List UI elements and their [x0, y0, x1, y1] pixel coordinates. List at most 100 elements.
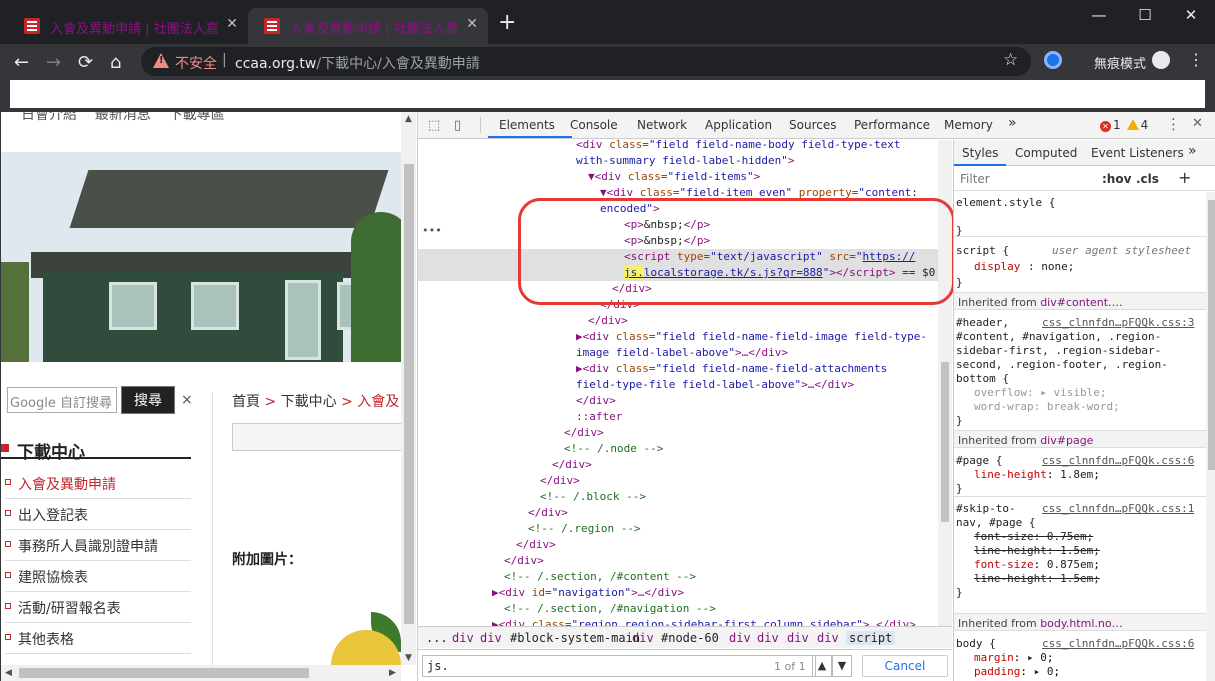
find-cancel-button[interactable]: Cancel — [862, 655, 948, 677]
css-property-overridden[interactable]: line-height: 1.5em; — [974, 544, 1100, 558]
tab-performance[interactable]: Performance — [854, 118, 930, 132]
new-rule-icon[interactable]: + — [1178, 168, 1191, 187]
breadcrumb-node[interactable]: div — [632, 631, 654, 645]
find-input[interactable]: js. — [422, 655, 816, 677]
browser-menu-icon[interactable]: ⋮ — [1188, 50, 1204, 69]
css-property[interactable]: display — [974, 260, 1020, 274]
dom-node-line[interactable]: field-type-file field-label-above">…</di… — [418, 377, 938, 393]
dom-node-line[interactable]: ▶<div id="navigation">…</div> — [418, 585, 938, 601]
breadcrumb-node[interactable]: div — [787, 631, 809, 645]
dom-node-line[interactable]: ▶<div class="region region-sidebar-first… — [418, 617, 938, 626]
url-text[interactable]: ccaa.org.tw/下載中心/入會及異動申請 — [235, 53, 480, 73]
dom-node-line[interactable]: ▼<div class="field-items"> — [418, 169, 938, 185]
tab-console[interactable]: Console — [570, 118, 618, 132]
devtools-menu-icon[interactable]: ⋮ — [1166, 115, 1181, 133]
download-item[interactable]: 建照協檢表 — [5, 561, 191, 592]
breadcrumb-node[interactable]: div — [480, 631, 502, 645]
inspect-element-icon[interactable]: ⬚ — [428, 118, 440, 133]
breadcrumb-node[interactable]: div — [729, 631, 751, 645]
dom-node-line[interactable]: ▶<div class="field field-name-field-atta… — [418, 361, 938, 377]
back-icon[interactable]: ← — [14, 52, 29, 73]
stylesheet-link[interactable]: css_clnnfdn…pFQQk.css:3 — [1042, 316, 1194, 330]
breadcrumb-section[interactable]: 下載中心 — [281, 394, 337, 410]
dom-node-line[interactable]: <div class="field field-name-body field-… — [418, 140, 938, 153]
scroll-right-icon[interactable]: ▶ — [389, 668, 396, 678]
dom-node-line[interactable]: ▶<div class="field field-name-field-imag… — [418, 329, 938, 345]
incognito-icon[interactable] — [1152, 51, 1170, 69]
dom-node-line[interactable]: </div> — [418, 473, 938, 489]
download-item[interactable]: 活動/研習報名表 — [5, 592, 191, 623]
css-property-overridden[interactable]: line-height: 1.5em; — [974, 572, 1100, 586]
browser-tab-2-active[interactable]: 入會及異動申請 | 社團法人嘉義市 ✕ — [248, 8, 488, 44]
css-property-overridden[interactable]: font-size: 0.75em; — [974, 530, 1093, 544]
clear-search-icon[interactable]: × — [181, 392, 193, 408]
browser-tab-1[interactable]: 入會及異動申請 | 社團法人嘉義市 ✕ — [8, 8, 248, 44]
dom-node-line[interactable]: </div> — [418, 393, 938, 409]
stylesheet-link[interactable]: css_clnnfdn…pFQQk.css:6 — [1042, 454, 1194, 468]
breadcrumb-node[interactable]: #node-60 — [661, 631, 719, 645]
scroll-down-icon[interactable]: ▼ — [405, 653, 412, 663]
tab-memory[interactable]: Memory — [944, 118, 993, 132]
dom-node-line[interactable]: <!-- /.section, /#navigation --> — [418, 601, 938, 617]
breadcrumb-node[interactable]: script — [846, 631, 896, 645]
dom-node-line[interactable]: </div> — [418, 457, 938, 473]
class-toggle[interactable]: .cls — [1136, 172, 1159, 186]
search-input[interactable]: Google 自訂搜尋 — [7, 387, 117, 413]
css-property[interactable]: word-wrap: break-word; — [974, 400, 1120, 414]
download-item[interactable]: 出入登記表 — [5, 499, 191, 530]
tab-network[interactable]: Network — [637, 118, 687, 132]
window-close-button[interactable]: ✕ — [1168, 4, 1214, 30]
breadcrumb-node[interactable]: div — [452, 631, 474, 645]
tab-application[interactable]: Application — [705, 118, 772, 132]
scroll-up-icon[interactable]: ▲ — [405, 114, 412, 124]
scroll-left-icon[interactable]: ◀ — [5, 668, 12, 678]
find-previous-button[interactable]: ▲ — [812, 655, 832, 677]
tab-elements[interactable]: Elements — [499, 118, 555, 132]
dom-node-line[interactable]: ::after — [418, 409, 938, 425]
search-button[interactable]: 搜尋 — [121, 386, 175, 414]
download-item[interactable]: 其他表格 — [5, 623, 191, 654]
page-horizontal-scroll-thumb[interactable] — [19, 668, 309, 678]
home-icon[interactable]: ⌂ — [110, 52, 121, 73]
more-tabs-icon[interactable]: » — [1008, 115, 1017, 131]
warning-icon[interactable] — [153, 53, 169, 68]
dom-node-line[interactable]: image field-label-above">…</div> — [418, 345, 938, 361]
new-tab-button[interactable]: + — [498, 10, 516, 35]
device-toolbar-icon[interactable]: ▯ — [454, 118, 461, 133]
css-value[interactable]: : none; — [1028, 260, 1074, 274]
hover-state-toggle[interactable]: :hov — [1102, 172, 1131, 186]
dom-node-line[interactable]: <!-- /.block --> — [418, 489, 938, 505]
bookmark-star-icon[interactable]: ☆ — [1003, 50, 1018, 70]
close-tab-icon[interactable]: ✕ — [466, 16, 478, 32]
dom-scroll-thumb[interactable] — [941, 362, 949, 522]
dom-node-line[interactable]: </div> — [418, 553, 938, 569]
site-menu-text[interactable]: 日會介紹 最新消息 下載專區 — [21, 112, 225, 124]
address-bar[interactable]: 不安全 | ccaa.org.tw/下載中心/入會及異動申請 ☆ — [141, 47, 1031, 76]
download-item[interactable]: 入會及異動申請 — [5, 468, 191, 499]
minimize-button[interactable]: — — [1076, 4, 1122, 30]
inherited-node[interactable]: body.html.no… — [1040, 617, 1122, 630]
css-property[interactable]: padding: ▸ 0; — [974, 665, 1060, 679]
breadcrumb-node[interactable]: #block-system-main — [510, 631, 640, 645]
forward-icon[interactable]: → — [46, 52, 61, 73]
stylesheet-link[interactable]: css_clnnfdn…pFQQk.css:6 — [1042, 637, 1194, 651]
find-next-button[interactable]: ▼ — [832, 655, 852, 677]
reload-icon[interactable]: ⟳ — [78, 52, 93, 73]
dom-node-line[interactable]: <!-- /.node --> — [418, 441, 938, 457]
breadcrumb-home[interactable]: 首頁 — [232, 394, 260, 410]
dom-node-line[interactable]: with-summary field-label-hidden"> — [418, 153, 938, 169]
tab-styles[interactable]: Styles — [962, 146, 998, 160]
error-warning-counter[interactable]: ✕ 1 4 — [1100, 118, 1148, 132]
page-vertical-scroll-thumb[interactable] — [404, 164, 414, 624]
stylesheet-link[interactable]: css_clnnfdn…pFQQk.css:1 — [1042, 502, 1194, 516]
css-property[interactable]: overflow: ▸ visible; — [974, 386, 1106, 400]
tab-event-listeners[interactable]: Event Listeners — [1091, 146, 1184, 160]
breadcrumb-node[interactable]: ... — [426, 631, 448, 645]
css-property[interactable]: line-height: 1.8em; — [974, 468, 1100, 482]
node-actions-icon[interactable]: ••• — [422, 224, 442, 237]
maximize-button[interactable]: ☐ — [1122, 4, 1168, 30]
dom-node-line[interactable]: </div> — [418, 505, 938, 521]
close-tab-icon[interactable]: ✕ — [226, 16, 238, 32]
devtools-close-icon[interactable]: ✕ — [1192, 116, 1203, 131]
breadcrumb-node[interactable]: div — [817, 631, 839, 645]
